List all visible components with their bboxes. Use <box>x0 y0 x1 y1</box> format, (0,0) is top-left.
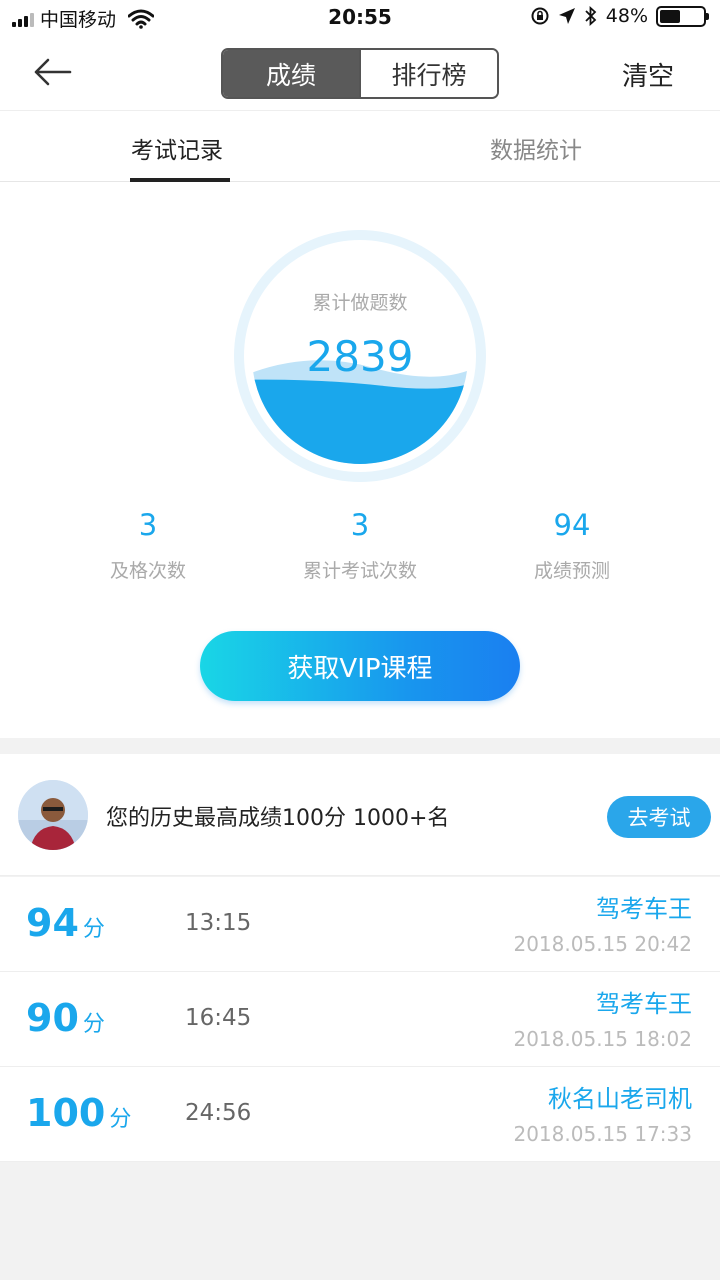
metric-label: 及格次数 <box>109 560 186 582</box>
record-score: 100 分 <box>26 1091 132 1135</box>
battery-icon <box>656 5 709 27</box>
best-score-text: 您的历史最高成绩100分 1000+名 <box>106 806 450 831</box>
record-duration: 13:15 <box>185 910 252 936</box>
record-username: 秋名山老司机 <box>548 1085 692 1113</box>
tab-bar: 考试记录 数据统计 <box>0 110 720 182</box>
metric-value: 94 <box>553 508 591 542</box>
record-username: 驾考车王 <box>596 990 692 1018</box>
bluetooth-icon <box>585 6 597 26</box>
segment-leaderboard[interactable]: 排行榜 <box>359 50 497 97</box>
metric-value: 3 <box>350 508 370 542</box>
gauge-label: 累计做题数 <box>312 292 408 314</box>
list-item[interactable]: 94 分 13:15 驾考车王 2018.05.15 20:42 <box>0 877 720 972</box>
nav-bar: 成绩 排行榜 清空 <box>0 36 720 110</box>
list-item[interactable]: 90 分 16:45 驾考车王 2018.05.15 18:02 <box>0 972 720 1067</box>
avatar[interactable] <box>18 780 88 850</box>
record-duration: 24:56 <box>185 1100 252 1126</box>
get-vip-course-button[interactable]: 获取VIP课程 <box>200 631 520 701</box>
clear-button[interactable]: 清空 <box>622 56 674 93</box>
best-score-row: 您的历史最高成绩100分 1000+名 去考试 <box>0 754 720 876</box>
record-date: 2018.05.15 17:33 <box>513 1122 692 1146</box>
metric-exam-count: 3 累计考试次数 <box>260 508 460 583</box>
metric-label: 累计考试次数 <box>302 560 417 582</box>
record-username: 驾考车王 <box>596 895 692 923</box>
location-icon <box>558 8 575 24</box>
back-arrow-icon[interactable] <box>30 54 78 90</box>
status-bar: 中国移动 20:55 48% <box>0 0 720 36</box>
record-duration: 16:45 <box>185 1005 252 1031</box>
take-exam-button[interactable]: 去考试 <box>607 796 711 838</box>
record-date: 2018.05.15 18:02 <box>513 1027 692 1051</box>
tab-exam-records[interactable]: 考试记录 <box>131 131 223 165</box>
metric-label: 成绩预测 <box>533 560 610 582</box>
segment-score[interactable]: 成绩 <box>223 50 359 97</box>
segment-control: 成绩 排行榜 <box>221 48 499 99</box>
record-score: 90 分 <box>26 996 105 1040</box>
tab-data-statistics[interactable]: 数据统计 <box>490 131 582 165</box>
battery-percent: 48% <box>605 5 648 27</box>
metric-pass-count: 3 及格次数 <box>48 508 248 583</box>
metric-score-prediction: 94 成绩预测 <box>472 508 672 583</box>
list-item[interactable]: 100 分 24:56 秋名山老司机 2018.05.15 17:33 <box>0 1067 720 1162</box>
rotation-lock-icon <box>531 7 549 25</box>
record-date: 2018.05.15 20:42 <box>513 932 692 956</box>
battery-fill <box>660 9 681 23</box>
summary-card: 累计做题数 2839 3 及格次数 3 累计考试次数 94 成绩预测 获取VIP… <box>0 182 720 738</box>
gauge-value: 2839 <box>306 332 414 381</box>
record-score: 94 分 <box>26 901 105 945</box>
metric-value: 3 <box>138 508 158 542</box>
